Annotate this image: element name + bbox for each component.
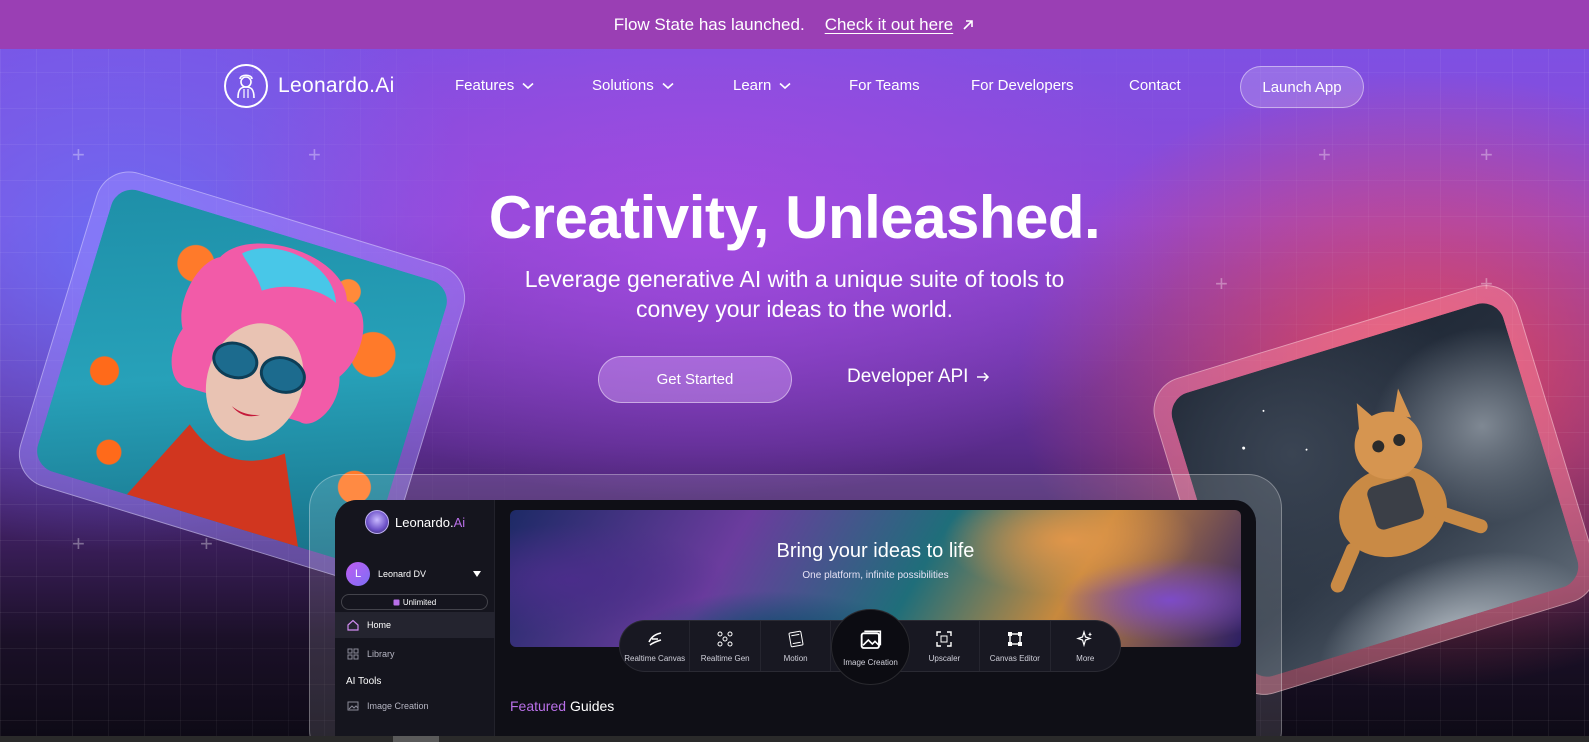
- chevron-down-icon: [522, 82, 534, 89]
- plan-badge: Unlimited: [341, 594, 488, 610]
- tool-image-creation[interactable]: Image Creation: [831, 609, 910, 685]
- user-menu[interactable]: L Leonard DV: [346, 562, 481, 586]
- tool-realtime-gen[interactable]: Realtime Gen: [690, 621, 761, 671]
- sidebar-item-label: Image Creation: [367, 701, 429, 711]
- horizontal-scrollbar[interactable]: [0, 736, 1589, 742]
- tool-label: Image Creation: [843, 657, 898, 667]
- nav-contact[interactable]: Contact: [1129, 77, 1181, 94]
- arrow-right-icon: [977, 372, 990, 382]
- tool-realtime-canvas[interactable]: Realtime Canvas: [620, 621, 691, 671]
- featured-guides-heading: Featured Guides: [510, 698, 614, 714]
- nav-label: For Teams: [849, 77, 920, 94]
- hero-subtitle-line2: convey your ideas to the world.: [635, 296, 954, 322]
- tool-motion[interactable]: Motion: [761, 621, 832, 671]
- tool-label: Realtime Canvas: [624, 653, 686, 663]
- get-started-button[interactable]: Get Started: [598, 356, 792, 403]
- tool-upscaler[interactable]: Upscaler: [910, 621, 981, 671]
- sidebar-item-home[interactable]: Home: [335, 612, 495, 638]
- app-brand-text-main: Leonardo.: [395, 514, 454, 530]
- nav-features[interactable]: Features: [455, 77, 534, 94]
- decor-plus: +: [1318, 142, 1331, 167]
- nav-label: Features: [455, 77, 515, 94]
- nav-label: Solutions: [592, 77, 654, 94]
- app-brand: Leonardo.Ai: [365, 510, 465, 534]
- sparkle-icon: [1076, 629, 1093, 647]
- token-icon: [393, 599, 400, 605]
- brush-icon: [648, 631, 661, 646]
- announcement-bar: Flow State has launched. Check it out he…: [0, 0, 1589, 49]
- sidebar-item-label: Library: [367, 649, 395, 659]
- landing-page: + + + + + + + + Flow State has launched.…: [0, 0, 1589, 742]
- tool-more[interactable]: More: [1051, 621, 1120, 671]
- sidebar-section-title: AI Tools: [346, 676, 382, 687]
- app-sidebar: Leonardo.Ai L Leonard DV Unlimited Home …: [335, 500, 495, 742]
- leonardo-logo-icon: [224, 64, 268, 108]
- launch-app-button[interactable]: Launch App: [1240, 66, 1364, 108]
- decor-plus: +: [1480, 142, 1493, 167]
- app-logo-icon: [365, 510, 389, 534]
- image-stack-icon: [860, 630, 881, 649]
- announcement-link[interactable]: Check it out here: [825, 15, 976, 35]
- brand-name: Leonardo.Ai: [278, 74, 395, 97]
- banner-subtitle: One platform, infinite possibilities: [802, 570, 949, 581]
- tool-label: Motion: [783, 653, 808, 663]
- sidebar-item-library[interactable]: Library: [335, 641, 495, 667]
- hero-subtitle: Leverage generative AI with a unique sui…: [0, 264, 1589, 324]
- home-icon: [347, 619, 359, 631]
- tool-label: Canvas Editor: [989, 653, 1040, 663]
- tools-bar: Realtime Canvas Realtime Gen Motion Imag…: [619, 609, 1121, 685]
- tool-label: More: [1076, 653, 1095, 663]
- tool-label: Upscaler: [928, 653, 961, 663]
- hero-subtitle-line1: Leverage generative AI with a unique sui…: [524, 266, 1065, 292]
- grid-icon: [347, 648, 359, 660]
- crop-icon: [1007, 631, 1022, 646]
- tool-canvas-editor[interactable]: Canvas Editor: [980, 621, 1051, 671]
- tool-label: Realtime Gen: [700, 653, 750, 663]
- nodes-icon: [717, 631, 733, 646]
- arrow-up-right-icon: [963, 19, 974, 30]
- upscale-icon: [936, 630, 953, 647]
- chevron-down-icon: [662, 82, 674, 89]
- user-name: Leonard DV: [378, 569, 427, 579]
- scrollbar-thumb[interactable]: [393, 736, 439, 742]
- plan-badge-label: Unlimited: [402, 597, 437, 607]
- decor-plus: +: [308, 142, 321, 167]
- nav-label: Learn: [733, 77, 772, 94]
- nav-solutions[interactable]: Solutions: [592, 77, 674, 94]
- sidebar-item-image-creation[interactable]: Image Creation: [335, 693, 495, 719]
- app-brand-text-accent: Ai: [453, 514, 466, 530]
- nav-for-developers[interactable]: For Developers: [971, 77, 1074, 94]
- caret-down-icon: [473, 571, 481, 577]
- decor-plus: +: [72, 142, 85, 167]
- featured-heading-text: Guides: [569, 698, 615, 714]
- app-brand-text: Leonardo.Ai: [395, 515, 465, 530]
- brand-logo[interactable]: Leonardo.Ai: [224, 64, 395, 108]
- decor-plus: +: [72, 531, 85, 556]
- announcement-link-label: Check it out here: [824, 14, 954, 34]
- nav-label: For Developers: [971, 77, 1074, 94]
- film-icon: [788, 630, 804, 647]
- nav-learn[interactable]: Learn: [733, 77, 791, 94]
- nav-for-teams[interactable]: For Teams: [849, 77, 920, 94]
- app-preview-screen: Leonardo.Ai L Leonard DV Unlimited Home …: [335, 500, 1256, 742]
- avatar: L: [346, 562, 370, 586]
- nav-label: Contact: [1129, 77, 1181, 94]
- developer-api-link[interactable]: Developer API: [847, 366, 990, 388]
- developer-api-label: Developer API: [847, 366, 969, 387]
- hero-title: Creativity, Unleashed.: [488, 184, 1101, 251]
- image-icon: [347, 701, 359, 711]
- banner-title: Bring your ideas to life: [776, 540, 975, 562]
- chevron-down-icon: [779, 82, 791, 89]
- top-nav: Leonardo.Ai Features Solutions Learn For…: [0, 62, 1589, 112]
- sidebar-item-label: Home: [367, 620, 392, 630]
- featured-heading-accent: Featured: [510, 698, 567, 714]
- announcement-text: Flow State has launched.: [613, 14, 805, 34]
